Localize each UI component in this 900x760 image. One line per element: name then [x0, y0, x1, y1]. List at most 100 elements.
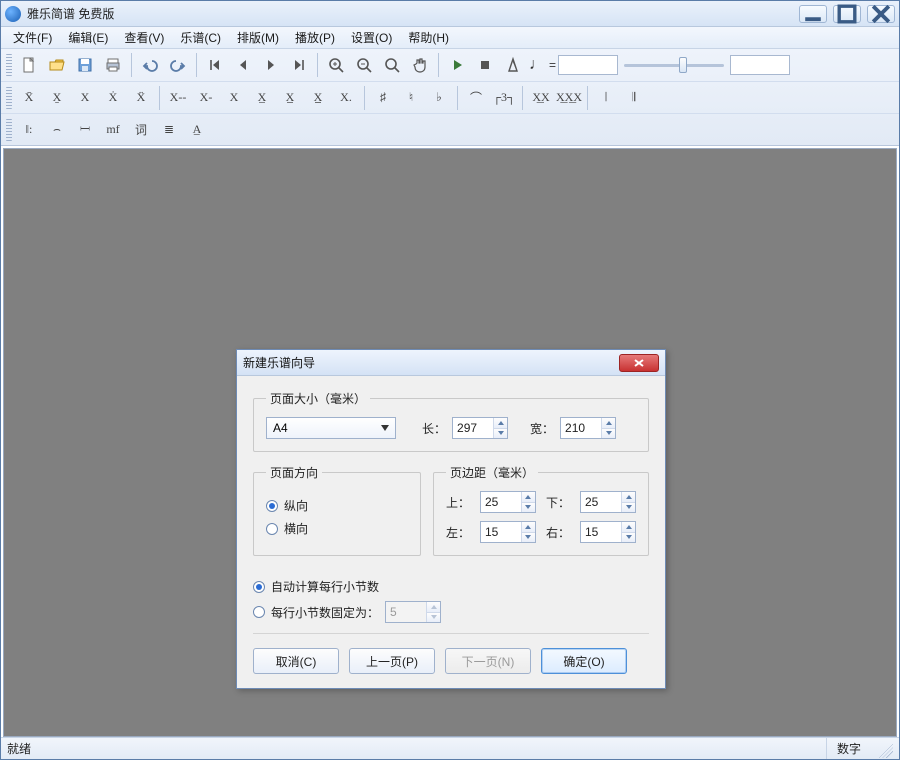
notation-button[interactable]: X — [71, 85, 99, 111]
notation-button[interactable]: Ẍ — [127, 85, 155, 111]
tempo-field-2[interactable] — [730, 55, 790, 75]
orientation-portrait-option[interactable]: 纵向 — [266, 497, 408, 514]
notation-button[interactable]: X͟X — [527, 85, 555, 111]
close-button[interactable] — [867, 5, 895, 23]
menu-item-2[interactable]: 查看(V) — [116, 27, 172, 48]
toolbar-grip[interactable] — [6, 119, 12, 141]
notation-button[interactable]: X͟X͟X — [555, 85, 583, 111]
menu-item-0[interactable]: 文件(F) — [5, 27, 60, 48]
pan-button[interactable] — [406, 52, 434, 78]
spin-down-icon[interactable] — [494, 428, 507, 439]
menu-item-3[interactable]: 乐谱(C) — [172, 27, 229, 48]
menu-item-4[interactable]: 排版(M) — [229, 27, 287, 48]
notation-button[interactable]: ⌢ — [43, 117, 71, 143]
notation-button[interactable]: Ẋ — [99, 85, 127, 111]
undo-button[interactable] — [136, 52, 164, 78]
margin-right-spinner[interactable] — [580, 521, 636, 543]
metronome-button[interactable] — [499, 52, 527, 78]
next-button[interactable]: 下一页(N) — [445, 648, 531, 674]
notation-button[interactable]: X — [220, 85, 248, 111]
width-input[interactable] — [561, 418, 601, 438]
notation-button[interactable]: X- — [192, 85, 220, 111]
margin-top-input[interactable] — [481, 492, 521, 512]
notation-button[interactable]: ♮ — [397, 85, 425, 111]
play-button[interactable] — [443, 52, 471, 78]
length-label: 长： — [422, 420, 446, 437]
margin-left-spinner[interactable] — [480, 521, 536, 543]
zoom-fit-button[interactable] — [378, 52, 406, 78]
page-size-select[interactable]: A4 — [266, 417, 396, 439]
menu-item-6[interactable]: 设置(O) — [343, 27, 400, 48]
new-file-button[interactable] — [15, 52, 43, 78]
chevron-down-icon — [381, 425, 389, 431]
dialog-close-button[interactable] — [619, 354, 659, 372]
notation-button[interactable]: ‖: — [15, 117, 43, 143]
redo-button[interactable] — [164, 52, 192, 78]
zoom-in-button[interactable] — [322, 52, 350, 78]
bars-fixed-option[interactable]: 每行小节数固定为： — [253, 601, 649, 623]
tempo-field[interactable] — [558, 55, 618, 75]
margin-bottom-input[interactable] — [581, 492, 621, 512]
resize-grip-icon[interactable] — [875, 740, 893, 758]
save-button[interactable] — [71, 52, 99, 78]
notation-button[interactable]: 词 — [127, 117, 155, 143]
margin-right-input[interactable] — [581, 522, 621, 542]
notation-button[interactable]: ♯ — [369, 85, 397, 111]
zoom-out-button[interactable] — [350, 52, 378, 78]
tempo-slider[interactable] — [624, 55, 724, 75]
toolbar-grip[interactable] — [6, 87, 12, 109]
width-spinner[interactable] — [560, 417, 616, 439]
notation-button[interactable]: X̲̲̲ — [304, 85, 332, 111]
previous-button[interactable]: 上一页(P) — [349, 648, 435, 674]
length-input[interactable] — [453, 418, 493, 438]
margins-legend: 页边距（毫米） — [446, 464, 538, 481]
maximize-button[interactable] — [833, 5, 861, 23]
notation-button[interactable]: ⌒ — [462, 85, 490, 111]
notation-button[interactable]: 𝄩 — [71, 117, 99, 143]
menu-item-1[interactable]: 编辑(E) — [60, 27, 116, 48]
notation-button[interactable]: X-- — [164, 85, 192, 111]
margin-top-spinner[interactable] — [480, 491, 536, 513]
notation-button[interactable]: X̄ — [15, 85, 43, 111]
ok-button[interactable]: 确定(O) — [541, 648, 627, 674]
menu-item-7[interactable]: 帮助(H) — [400, 27, 457, 48]
prev-page-button[interactable] — [229, 52, 257, 78]
bars-auto-option[interactable]: 自动计算每行小节数 — [253, 578, 649, 595]
notation-button[interactable]: ┌3┐ — [490, 85, 518, 111]
notation-button[interactable]: X. — [332, 85, 360, 111]
margin-left-input[interactable] — [481, 522, 521, 542]
notation-button[interactable]: X̱ — [43, 85, 71, 111]
menu-item-5[interactable]: 播放(P) — [287, 27, 343, 48]
cancel-button[interactable]: 取消(C) — [253, 648, 339, 674]
radio-icon — [266, 523, 278, 535]
dialog-titlebar[interactable]: 新建乐谱向导 — [237, 350, 665, 376]
width-label: 宽： — [530, 420, 554, 437]
note-icon: ♩ — [527, 56, 547, 74]
spin-up-icon[interactable] — [494, 418, 507, 428]
open-file-button[interactable] — [43, 52, 71, 78]
notation-button[interactable]: mf — [99, 117, 127, 143]
titlebar[interactable]: 雅乐简谱 免费版 — [1, 1, 899, 27]
first-page-button[interactable] — [201, 52, 229, 78]
bars-fixed-input[interactable] — [386, 602, 426, 622]
spin-up-icon[interactable] — [602, 418, 615, 428]
notation-button[interactable]: X̲̲ — [276, 85, 304, 111]
minimize-button[interactable] — [799, 5, 827, 23]
print-button[interactable] — [99, 52, 127, 78]
app-window: 雅乐简谱 免费版 文件(F)编辑(E)查看(V)乐谱(C)排版(M)播放(P)设… — [0, 0, 900, 760]
bars-fixed-spinner[interactable] — [385, 601, 441, 623]
stop-button[interactable] — [471, 52, 499, 78]
notation-button[interactable]: 𝄀𝄀 — [592, 85, 620, 111]
last-page-button[interactable] — [285, 52, 313, 78]
toolbar-grip[interactable] — [6, 54, 12, 76]
orientation-landscape-option[interactable]: 横向 — [266, 520, 408, 537]
length-spinner[interactable] — [452, 417, 508, 439]
margin-bottom-spinner[interactable] — [580, 491, 636, 513]
next-page-button[interactable] — [257, 52, 285, 78]
spin-down-icon[interactable] — [602, 428, 615, 439]
notation-button[interactable]: ≣ — [155, 117, 183, 143]
notation-button[interactable]: A̲ — [183, 117, 211, 143]
notation-button[interactable]: ♭ — [425, 85, 453, 111]
notation-button[interactable]: 𝄂 — [620, 85, 648, 111]
notation-button[interactable]: X̲ — [248, 85, 276, 111]
